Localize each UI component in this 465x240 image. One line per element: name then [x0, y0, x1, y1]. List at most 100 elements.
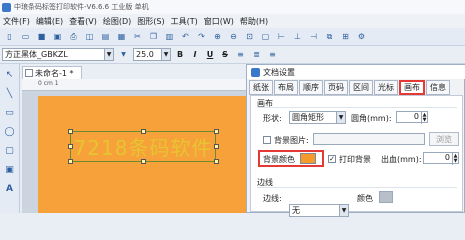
- rounded-rect-icon[interactable]: ▢: [3, 144, 16, 157]
- print-icon[interactable]: ⎙: [67, 30, 80, 43]
- spinner-icon[interactable]: ▲ ▼: [452, 153, 458, 165]
- grid-icon[interactable]: ▦: [115, 30, 128, 43]
- resize-handle[interactable]: [214, 144, 219, 149]
- chevron-down-icon: ▼: [336, 112, 345, 123]
- bleed-label: 出血(mm):: [381, 155, 422, 164]
- redo-icon[interactable]: ↷: [195, 30, 208, 43]
- chevron-down-icon: ▼: [161, 49, 170, 60]
- zoom-in-icon[interactable]: ⊕: [211, 30, 224, 43]
- cut-icon[interactable]: ✂: [131, 30, 144, 43]
- shape-label: 形状:: [263, 114, 282, 123]
- align-left-icon[interactable]: ⊢: [275, 30, 288, 43]
- tab-paper[interactable]: 纸张: [249, 80, 273, 95]
- title-bar: 中琅条码标签打印软件-V6.6.6 工业版 单机: [0, 0, 465, 14]
- bg-image-checkbox[interactable]: [263, 136, 271, 144]
- tab-order[interactable]: 顺序: [299, 80, 323, 95]
- bold-button[interactable]: B: [174, 48, 186, 61]
- bleed-input[interactable]: 0 ▲ ▼: [423, 152, 459, 165]
- print-bg-label: 打印背景: [339, 155, 371, 164]
- spinner-icon[interactable]: ▲ ▼: [421, 112, 427, 124]
- bg-color-swatch[interactable]: [300, 153, 316, 164]
- text-align-center-icon[interactable]: ≣: [250, 48, 263, 61]
- menu-draw[interactable]: 绘图(D): [103, 16, 131, 27]
- open-icon[interactable]: ▭: [19, 30, 32, 43]
- text-icon[interactable]: A: [3, 182, 16, 195]
- tab-page-number[interactable]: 页码: [324, 80, 348, 95]
- menu-edit[interactable]: 编辑(E): [36, 16, 63, 27]
- resize-handle[interactable]: [68, 159, 73, 164]
- menu-view[interactable]: 查看(V): [69, 16, 97, 27]
- resize-handle[interactable]: [141, 159, 146, 164]
- tab-cursor[interactable]: 光标: [374, 80, 398, 95]
- menu-shape[interactable]: 图形(S): [137, 16, 164, 27]
- underline-button[interactable]: U: [204, 48, 216, 61]
- document-tab-label: 未命名-1 *: [35, 68, 74, 78]
- text-align-left-icon[interactable]: ≡: [234, 48, 247, 61]
- undo-icon[interactable]: ↶: [179, 30, 192, 43]
- left-toolbox: ↖ ╲ ▭ ◯ ▢ ▣ A: [0, 64, 20, 213]
- italic-button[interactable]: I: [189, 48, 201, 61]
- dialog-title: 文档设置: [263, 67, 295, 77]
- group-icon[interactable]: ⧉: [323, 30, 336, 43]
- align-center-icon[interactable]: ⊥: [291, 30, 304, 43]
- bg-color-label: 背景颜色: [263, 155, 295, 164]
- line-icon[interactable]: ╲: [3, 87, 16, 100]
- lock-icon[interactable]: ⊞: [339, 30, 352, 43]
- rectangle-icon[interactable]: ▭: [3, 106, 16, 119]
- align-right-icon[interactable]: ⊣: [307, 30, 320, 43]
- border-color-swatch[interactable]: [379, 191, 393, 203]
- bg-image-path-input: [313, 133, 425, 145]
- print-preview-icon[interactable]: ◫: [83, 30, 96, 43]
- font-family-select[interactable]: 方正黑体_GBKZL ▼: [2, 48, 114, 61]
- menu-help[interactable]: 帮助(H): [240, 16, 268, 27]
- text-align-right-icon[interactable]: ≡: [266, 48, 279, 61]
- resize-handle[interactable]: [141, 129, 146, 134]
- tab-layout[interactable]: 布局: [274, 80, 298, 95]
- menu-file[interactable]: 文件(F): [3, 16, 30, 27]
- radius-input[interactable]: 0 ▲ ▼: [396, 111, 428, 124]
- strikethrough-button[interactable]: S: [219, 48, 231, 61]
- settings-icon[interactable]: ⚙: [355, 30, 368, 43]
- document-icon: [25, 69, 33, 77]
- shape-value: 圆角矩形: [292, 113, 324, 122]
- resize-handle[interactable]: [68, 144, 73, 149]
- document-tab[interactable]: 未命名-1 *: [22, 66, 82, 79]
- copy-icon[interactable]: ❐: [147, 30, 160, 43]
- zoom-out-icon[interactable]: ⊖: [227, 30, 240, 43]
- save-icon[interactable]: ■: [35, 30, 48, 43]
- dialog-title-bar: 文档设置: [247, 65, 465, 79]
- border-select[interactable]: 无 ▼: [289, 204, 349, 217]
- document-settings-dialog: 文档设置 纸张 布局 顺序 页码 区间 光标 画布 信息 画布 形状: 圆角矩形…: [246, 64, 465, 217]
- pointer-icon[interactable]: ↖: [3, 68, 16, 81]
- tab-canvas[interactable]: 画布: [399, 80, 425, 95]
- menu-window[interactable]: 窗口(W): [204, 16, 234, 27]
- ellipse-icon[interactable]: ◯: [3, 125, 16, 138]
- image-icon[interactable]: ▣: [3, 163, 16, 176]
- resize-handle[interactable]: [214, 159, 219, 164]
- chevron-down-icon: ▼: [339, 205, 348, 216]
- ruler-label: 0 cm 1: [38, 80, 59, 87]
- dialog-icon: [251, 67, 260, 77]
- shape-select[interactable]: 圆角矩形 ▼: [289, 111, 346, 124]
- paste-icon[interactable]: ▥: [163, 30, 176, 43]
- group-divider: [257, 107, 457, 108]
- font-dropdown-icon[interactable]: ▼: [117, 48, 130, 61]
- database-icon[interactable]: ▤: [99, 30, 112, 43]
- resize-handle[interactable]: [68, 129, 73, 134]
- zoom-fit-icon[interactable]: ⊡: [243, 30, 256, 43]
- chevron-down-icon: ▼: [104, 49, 113, 60]
- barcode-text-object[interactable]: 7218条码软件: [70, 131, 216, 162]
- resize-handle[interactable]: [214, 129, 219, 134]
- tab-range[interactable]: 区间: [349, 80, 373, 95]
- zoom-page-icon[interactable]: ▢: [259, 30, 272, 43]
- bleed-value: 0: [444, 153, 450, 162]
- new-icon[interactable]: ▯: [3, 30, 16, 43]
- main-toolbar: ▯ ▭ ■ ▣ ⎙ ◫ ▤ ▦ ✂ ❐ ▥ ↶ ↷ ⊕ ⊖ ⊡ ▢ ⊢ ⊥ ⊣ …: [0, 28, 465, 46]
- window-title: 中琅条码标签打印软件-V6.6.6 工业版 单机: [14, 3, 149, 11]
- radius-label: 圆角(mm):: [351, 114, 392, 123]
- save-all-icon[interactable]: ▣: [51, 30, 64, 43]
- tab-info[interactable]: 信息: [426, 80, 450, 95]
- font-size-select[interactable]: 25.0 ▼: [133, 48, 171, 61]
- print-bg-checkbox[interactable]: ✓: [328, 155, 336, 163]
- menu-tools[interactable]: 工具(T): [171, 16, 198, 27]
